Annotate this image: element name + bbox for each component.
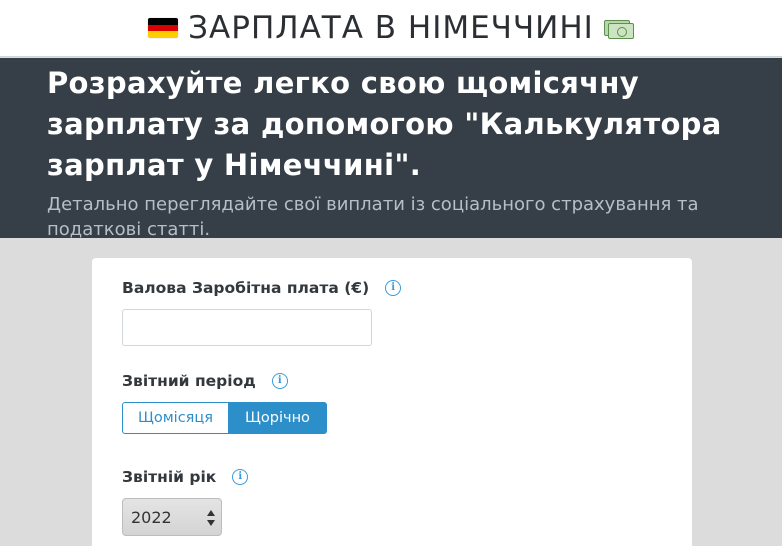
period-label-text: Звітний період [122,372,256,390]
gross-salary-label-text: Валова Заробітна плата (€) [122,279,370,297]
hero-headline: Розрахуйте легко свою щомісячну зарплату… [47,66,722,182]
site-title-text: ЗАРПЛАТА В НІМЕЧЧИНІ [188,10,594,46]
period-yearly-button[interactable]: Щорічно [229,402,327,434]
year-select[interactable]: 2022 [122,498,222,536]
year-select-value: 2022 [131,507,172,527]
calculator-form: Валова Заробітна плата (€) i Звітний пер… [92,258,692,546]
period-monthly-button[interactable]: Щомісяця [122,402,229,434]
germany-flag-icon [148,18,179,38]
info-icon[interactable]: i [232,469,249,485]
gross-salary-label: Валова Заробітна плата (€) i [122,278,402,298]
hero-banner: Розрахуйте легко свою щомісячну зарплату… [0,58,782,240]
site-title: ЗАРПЛАТА В НІМЕЧЧИНІ [148,10,634,46]
money-bill-icon [603,17,634,39]
top-header: ЗАРПЛАТА В НІМЕЧЧИНІ [0,0,782,57]
hero-subline: Детально переглядайте свої виплати із со… [47,194,699,240]
period-label: Звітний період i [122,371,288,391]
period-toggle: Щомісяця Щорічно [122,402,327,434]
info-icon[interactable]: i [271,373,288,389]
gross-salary-input[interactable] [122,309,372,346]
year-label-text: Звітній рік [122,468,217,486]
info-icon[interactable]: i [385,280,402,296]
select-arrows-icon [207,510,215,526]
year-label: Звітній рік i [122,467,249,487]
